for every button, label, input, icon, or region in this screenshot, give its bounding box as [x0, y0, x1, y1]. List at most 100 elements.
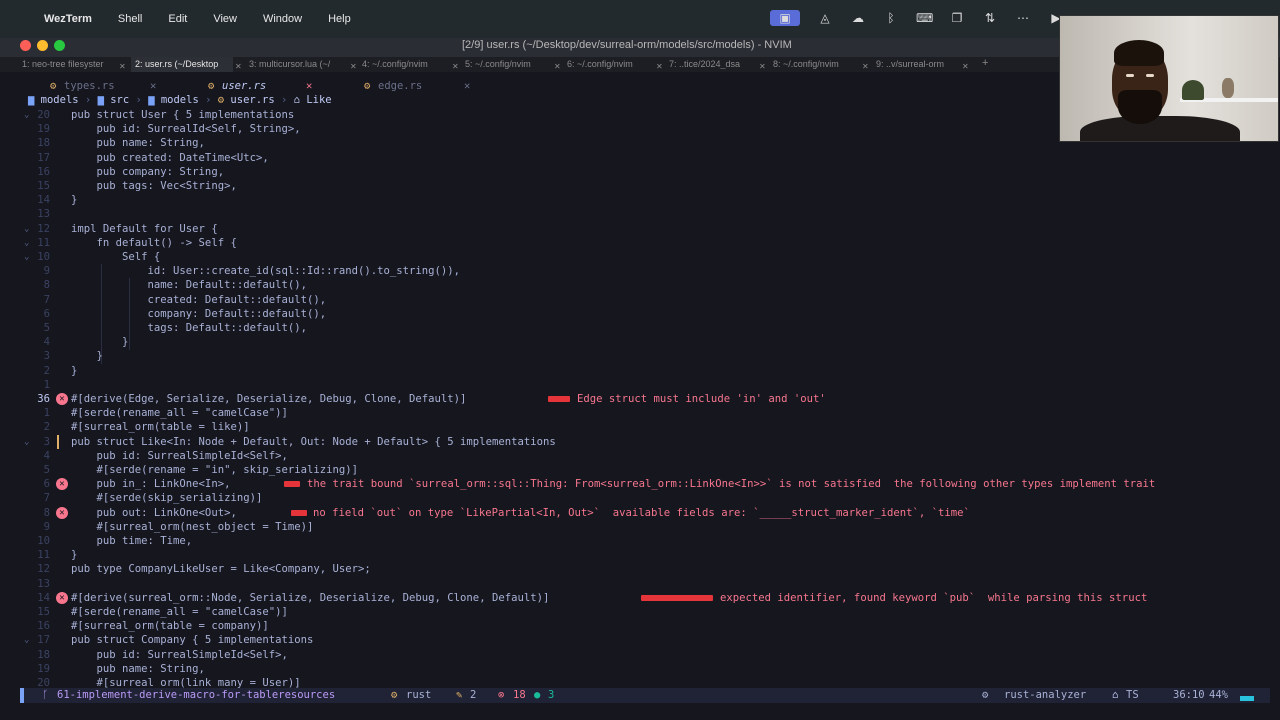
- rust-file-icon: ⚙: [217, 94, 225, 106]
- code-text: #[surreal_orm(table = like)]: [71, 421, 250, 434]
- terminal-tab-4[interactable]: 4: ~/.config/nvim: [362, 59, 452, 69]
- fold-icon[interactable]: ⌄: [24, 633, 29, 647]
- code-text: pub struct Like<In: Node + Default, Out:…: [71, 435, 556, 448]
- breadcrumb-item[interactable]: src: [110, 94, 129, 106]
- fold-icon[interactable]: ⌄: [24, 250, 29, 264]
- error-sign-icon[interactable]: ✕: [56, 506, 68, 519]
- buffer-tab-user[interactable]: user.rs: [222, 80, 266, 92]
- close-icon[interactable]: ✕: [150, 80, 156, 92]
- line-number: 1: [43, 407, 50, 420]
- diagnostic-message[interactable]: expected identifier, found keyword `pub`…: [720, 591, 1147, 605]
- close-icon[interactable]: ✕: [452, 62, 459, 71]
- menu-edit[interactable]: Edit: [168, 13, 187, 25]
- terminal-tab-6[interactable]: 6: ~/.config/nvim: [567, 59, 657, 69]
- warning-icon[interactable]: ◬: [817, 10, 833, 26]
- diagnostic-marker: [548, 396, 570, 402]
- breadcrumb-item[interactable]: models: [41, 94, 79, 106]
- statusline: ᚴ 61-implement-derive-macro-for-tableres…: [20, 688, 1270, 703]
- buffer-tab-edge[interactable]: edge.rs: [378, 80, 422, 92]
- code-text: pub company: String,: [71, 165, 225, 178]
- network-icon[interactable]: ⇅: [982, 10, 998, 26]
- hint-count[interactable]: 3: [548, 688, 554, 703]
- code-line: 1: [20, 378, 1270, 392]
- terminal-tab-5[interactable]: 5: ~/.config/nvim: [465, 59, 555, 69]
- terminal-tab-8[interactable]: 8: ~/.config/nvim: [773, 59, 863, 69]
- close-icon[interactable]: ✕: [235, 62, 242, 71]
- breadcrumb-item[interactable]: Like: [306, 94, 331, 106]
- webcam-person-eye: [1126, 74, 1134, 77]
- terminal-tab-7[interactable]: 7: ..tice/2024_dsa: [669, 59, 759, 69]
- close-icon[interactable]: ✕: [306, 80, 312, 92]
- terminal-tab-9[interactable]: 9: ..v/surreal-orm: [876, 59, 966, 69]
- line-number: 13: [37, 577, 50, 590]
- diagnostic-message[interactable]: Edge struct must include 'in' and 'out': [577, 392, 826, 406]
- window-icon[interactable]: ❐: [949, 10, 965, 26]
- fold-icon[interactable]: ⌄: [24, 108, 29, 122]
- menu-shell[interactable]: Shell: [118, 13, 142, 25]
- mode-indicator: [20, 688, 24, 703]
- breadcrumb-item[interactable]: models: [161, 94, 199, 106]
- keyboard-icon[interactable]: ⌨: [916, 10, 933, 26]
- code-text: pub tags: Vec<String>,: [71, 180, 237, 192]
- chevron-right-icon: ›: [84, 94, 92, 106]
- bluetooth-icon[interactable]: ᛒ: [883, 10, 899, 26]
- error-sign-icon[interactable]: ✕: [56, 478, 68, 491]
- buffer-tab-types[interactable]: types.rs: [64, 80, 115, 92]
- filetype[interactable]: rust: [406, 688, 431, 703]
- close-icon[interactable]: ✕: [119, 62, 126, 71]
- dots-icon[interactable]: ⋯: [1015, 10, 1031, 26]
- close-window-button[interactable]: [20, 40, 31, 51]
- minimize-window-button[interactable]: [37, 40, 48, 51]
- git-change-marker: [57, 434, 59, 449]
- terminal-tab-2[interactable]: 2: user.rs (~/Desktop: [131, 57, 233, 72]
- zoom-window-button[interactable]: [54, 40, 65, 51]
- changes-count: 2: [470, 689, 477, 701]
- gear-icon: ⚙: [982, 689, 989, 701]
- close-icon[interactable]: ✕: [962, 62, 969, 71]
- editor-code-area[interactable]: ⌄ 20 pub struct User { 5 implementations 1…: [20, 108, 1270, 689]
- close-icon[interactable]: ✕: [862, 62, 869, 71]
- menu-help[interactable]: Help: [328, 13, 351, 25]
- diagnostic-message[interactable]: no field `out` on type `LikePartial<In, …: [313, 506, 970, 520]
- code-line: ⌄ 10 Self {: [20, 250, 1270, 264]
- error-count[interactable]: 18: [513, 688, 526, 703]
- lsp-name[interactable]: rust-analyzer: [1004, 688, 1086, 703]
- fold-icon[interactable]: ⌄: [24, 236, 29, 250]
- code-text: pub name: String,: [71, 137, 205, 150]
- terminal-tab-3[interactable]: 3: multicursor.lua (~/: [249, 59, 347, 69]
- line-number: 7: [43, 293, 50, 306]
- error-sign-icon[interactable]: ✕: [56, 393, 68, 405]
- cloud-icon[interactable]: ☁: [850, 10, 866, 26]
- close-icon[interactable]: ✕: [554, 62, 561, 71]
- code-line: 14 ✕ #[derive(surreal_orm::Node, Serialize…: [20, 591, 1270, 605]
- error-sign-icon[interactable]: ✕: [56, 591, 68, 604]
- menu-app[interactable]: WezTerm: [44, 13, 92, 25]
- fold-icon[interactable]: ⌄: [24, 222, 29, 236]
- close-icon[interactable]: ✕: [656, 62, 663, 71]
- breadcrumb-item[interactable]: user.rs: [230, 94, 274, 106]
- screen-record-icon[interactable]: ▣: [770, 10, 800, 26]
- terminal-tab-1[interactable]: 1: neo-tree filesyster: [22, 59, 120, 69]
- diagnostic-message[interactable]: the trait bound `surreal_orm::sql::Thing…: [307, 477, 1155, 491]
- code-line: 1 #[serde(rename_all = "camelCase")]: [20, 406, 1270, 420]
- new-tab-button[interactable]: +: [982, 57, 988, 69]
- code-line: 13: [20, 577, 1270, 591]
- line-number: 19: [37, 662, 50, 675]
- code-text: #[serde(rename_all = "camelCase")]: [71, 407, 288, 420]
- close-icon[interactable]: ✕: [759, 62, 766, 71]
- code-text: pub id: SurrealSimpleId<Self>,: [71, 449, 288, 462]
- menu-window[interactable]: Window: [263, 13, 302, 25]
- close-icon[interactable]: ✕: [350, 62, 357, 71]
- git-branch[interactable]: 61-implement-derive-macro-for-tableresou…: [57, 688, 335, 703]
- code-text: pub id: SurrealId<Self, String>,: [71, 123, 301, 136]
- rust-file-icon: ⚙: [391, 689, 398, 701]
- code-line: 2}: [20, 364, 1270, 378]
- code-line: 2 #[surreal_orm(table = like)]: [20, 420, 1270, 434]
- line-number: 14: [37, 591, 50, 604]
- close-icon[interactable]: ✕: [464, 80, 470, 92]
- fold-icon[interactable]: ⌄: [24, 435, 29, 449]
- folder-icon: ▆: [148, 94, 155, 106]
- folder-icon: ▆: [28, 94, 35, 106]
- menu-view[interactable]: View: [213, 13, 237, 25]
- code-line: ⌄ 11 fn default() -> Self {: [20, 236, 1270, 250]
